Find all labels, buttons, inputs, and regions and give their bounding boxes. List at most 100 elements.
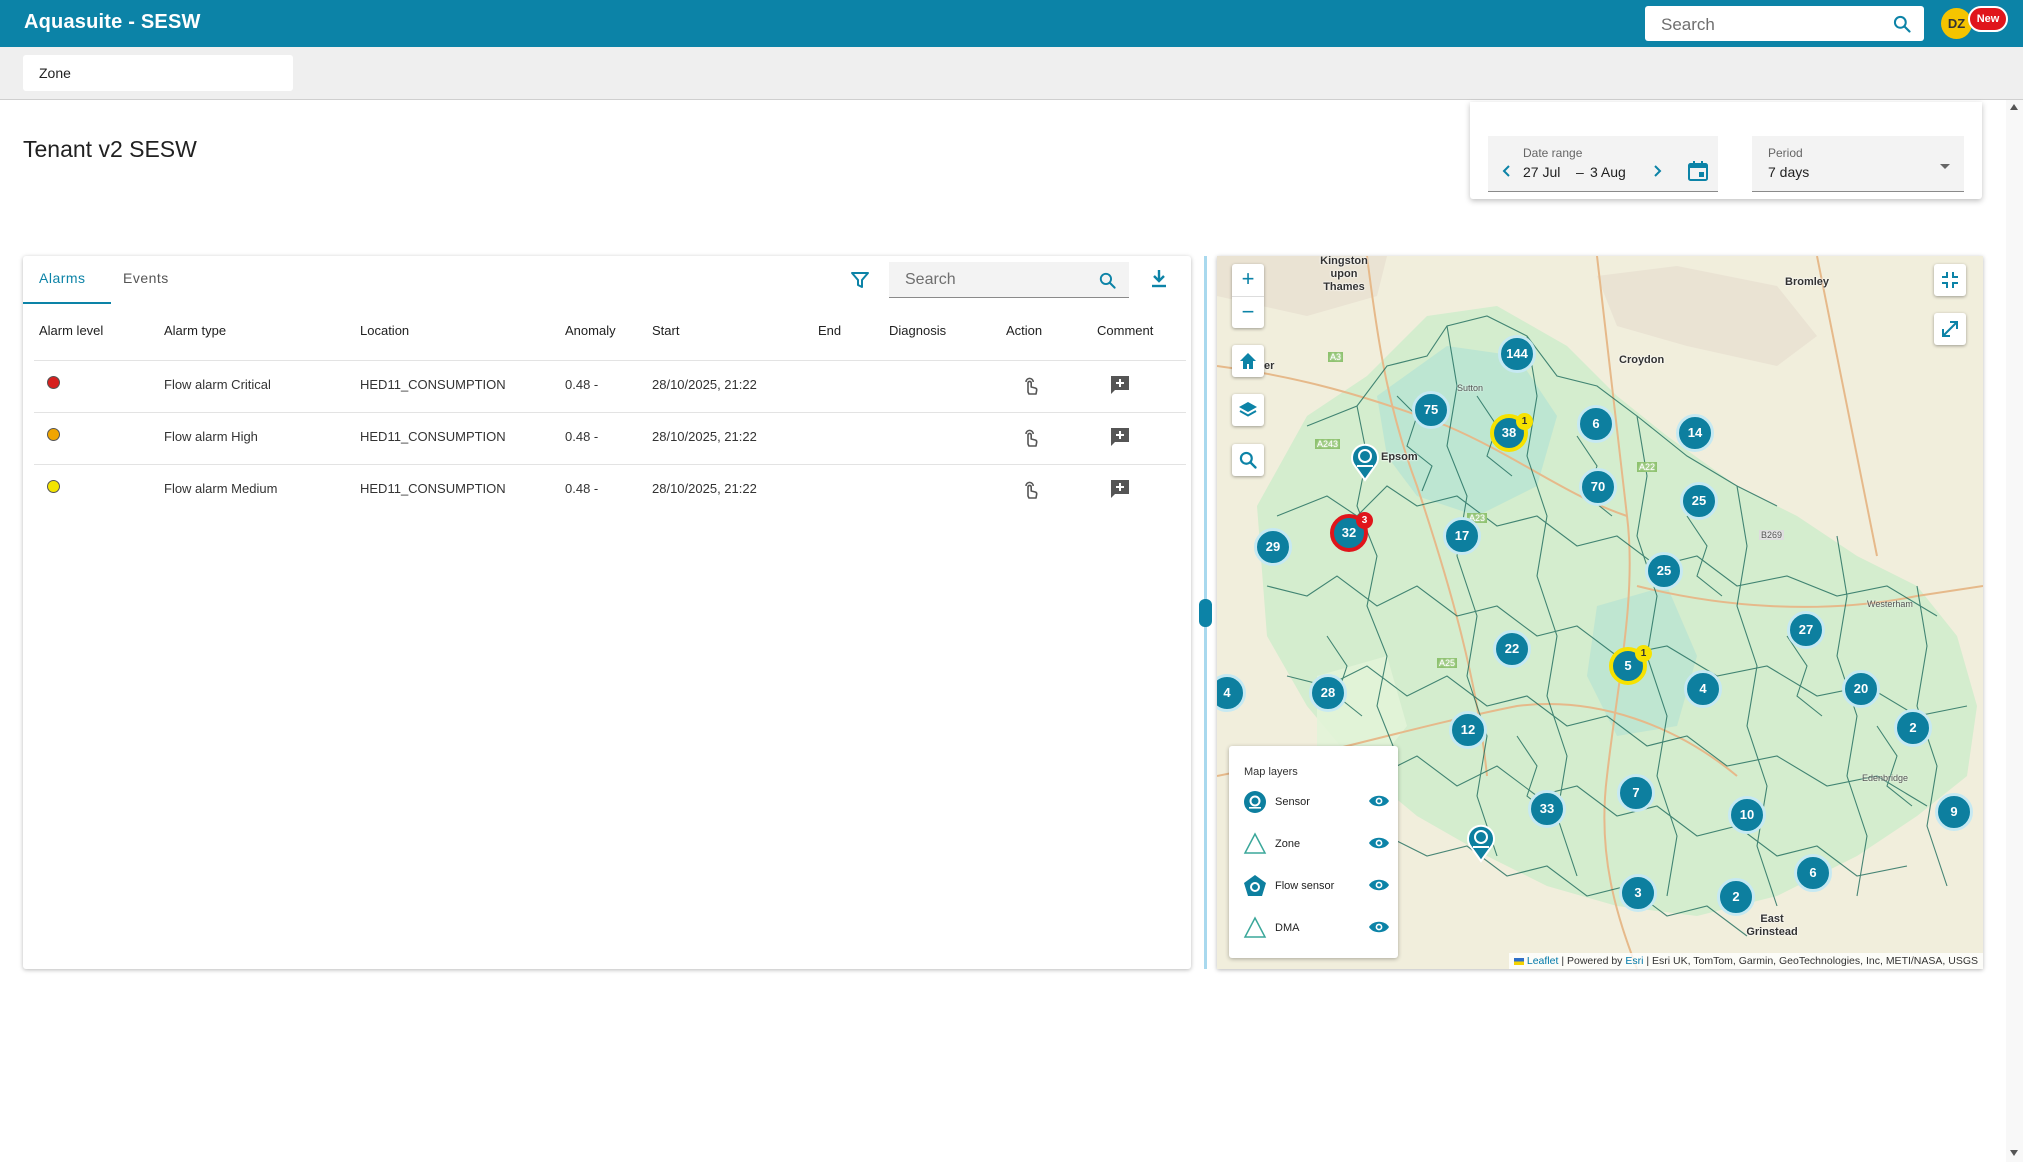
map-cluster-marker[interactable]: 70: [1579, 468, 1617, 506]
app-title[interactable]: Aquasuite - SESW: [24, 11, 201, 34]
road-label: A25: [1437, 658, 1458, 668]
esri-link[interactable]: Esri: [1625, 955, 1643, 967]
alarm-table-card: Alarms Events Search Alarm level Alarm t…: [23, 256, 1191, 969]
user-avatar[interactable]: DZ: [1941, 8, 1972, 39]
map-cluster-marker[interactable]: 10: [1728, 796, 1766, 834]
period-label: Period: [1768, 146, 1803, 160]
date-range-end[interactable]: 3 Aug: [1590, 164, 1626, 180]
chevron-right-icon[interactable]: [1650, 164, 1664, 178]
search-icon[interactable]: [1892, 14, 1912, 34]
tab-alarms[interactable]: Alarms: [39, 270, 86, 286]
filter-icon[interactable]: [850, 270, 870, 290]
filter-bar: Zone: [0, 47, 2023, 100]
column-header-end[interactable]: End: [818, 323, 841, 338]
eye-icon[interactable]: [1368, 878, 1390, 892]
search-icon[interactable]: [1098, 271, 1117, 290]
calendar-icon[interactable]: [1687, 160, 1709, 182]
column-header-anomaly[interactable]: Anomaly: [565, 323, 616, 338]
map-cluster-marker[interactable]: 14: [1676, 414, 1714, 452]
location-cell: HED11_CONSUMPTION: [360, 481, 506, 496]
layer-row-zone[interactable]: Zone: [1243, 830, 1391, 856]
download-icon[interactable]: [1148, 268, 1170, 290]
map-place-label: East Grinstead: [1746, 913, 1798, 938]
zoom-in-button[interactable]: +: [1232, 264, 1264, 296]
layers-button[interactable]: [1232, 394, 1264, 426]
map-place-label: Croydon: [1619, 354, 1665, 366]
page-scrollbar[interactable]: [2006, 100, 2023, 1162]
column-header-action[interactable]: Action: [1006, 323, 1042, 338]
start-cell: 28/10/2025, 21:22: [652, 481, 757, 496]
tab-events[interactable]: Events: [123, 270, 169, 286]
scroll-down-arrow-icon[interactable]: [2010, 1150, 2018, 1156]
column-header-location[interactable]: Location: [360, 323, 409, 338]
map-layers-title: Map layers: [1244, 766, 1298, 778]
date-range-field[interactable]: Date range 27 Jul – 3 Aug: [1488, 136, 1718, 192]
leaflet-link[interactable]: Leaflet: [1527, 955, 1559, 967]
date-range-start[interactable]: 27 Jul: [1523, 164, 1560, 180]
cluster-alarm-badge: 1: [1516, 413, 1533, 430]
map-cluster-marker[interactable]: 6: [1577, 405, 1615, 443]
column-header-diagnosis[interactable]: Diagnosis: [889, 323, 946, 338]
touch-action-icon[interactable]: [1019, 478, 1041, 500]
layer-row-dma[interactable]: DMA: [1243, 914, 1391, 940]
map-cluster-marker[interactable]: 3: [1619, 874, 1657, 912]
eye-icon[interactable]: [1368, 836, 1390, 850]
map-attribution: Leaflet | Powered by Esri | Esri UK, Tom…: [1508, 953, 1983, 969]
top-app-bar: Aquasuite - SESW Search DZ New: [0, 0, 2023, 47]
layer-row-sensor[interactable]: Sensor: [1243, 788, 1391, 814]
eye-icon[interactable]: [1368, 920, 1390, 934]
map-view[interactable]: Kingston upon Thames Bromley Croydon Eps…: [1217, 256, 1983, 969]
alarm-type-cell: Flow alarm High: [164, 429, 258, 444]
map-cluster-marker[interactable]: 33: [1528, 790, 1566, 828]
add-comment-icon[interactable]: [1109, 426, 1131, 448]
column-header-comment[interactable]: Comment: [1097, 323, 1153, 338]
anomaly-cell: 0.48 -: [565, 481, 599, 496]
layer-row-flow-sensor[interactable]: Flow sensor: [1243, 872, 1391, 898]
eye-icon[interactable]: [1368, 794, 1390, 808]
add-comment-icon[interactable]: [1109, 374, 1131, 396]
map-cluster-marker[interactable]: 17: [1443, 517, 1481, 555]
map-cluster-marker[interactable]: 9: [1935, 793, 1973, 831]
map-cluster-marker[interactable]: 2: [1894, 709, 1932, 747]
map-cluster-marker[interactable]: 144: [1498, 335, 1536, 373]
new-badge[interactable]: New: [1968, 6, 2008, 32]
add-comment-icon[interactable]: [1109, 478, 1131, 500]
header-divider: [34, 360, 1186, 361]
map-cluster-marker[interactable]: 4: [1684, 670, 1722, 708]
column-header-start[interactable]: Start: [652, 323, 679, 338]
touch-action-icon[interactable]: [1019, 374, 1041, 396]
home-button[interactable]: [1232, 345, 1264, 377]
touch-action-icon[interactable]: [1019, 426, 1041, 448]
alarm-type-cell: Flow alarm Critical: [164, 377, 271, 392]
chevron-left-icon[interactable]: [1500, 164, 1514, 178]
column-header-alarm-type[interactable]: Alarm type: [164, 323, 226, 338]
map-place-label: Bromley: [1785, 276, 1830, 288]
map-search-button[interactable]: [1232, 444, 1264, 476]
map-cluster-marker[interactable]: 2: [1717, 878, 1755, 916]
table-search-input[interactable]: Search: [889, 262, 1129, 298]
map-cluster-marker[interactable]: 22: [1493, 630, 1531, 668]
map-cluster-marker[interactable]: 25: [1680, 482, 1718, 520]
map-cluster-marker[interactable]: 75: [1412, 391, 1450, 429]
zoom-out-button[interactable]: −: [1232, 296, 1264, 328]
map-cluster-marker[interactable]: 29: [1254, 528, 1292, 566]
sensor-marker-icon[interactable]: [1465, 821, 1497, 863]
collapse-map-button[interactable]: [1934, 264, 1966, 296]
map-cluster-marker[interactable]: 12: [1449, 711, 1487, 749]
splitter-drag-handle[interactable]: [1199, 599, 1212, 627]
expand-map-button[interactable]: [1934, 313, 1966, 345]
map-cluster-marker[interactable]: 20: [1842, 670, 1880, 708]
map-cluster-marker[interactable]: 7: [1617, 774, 1655, 812]
map-cluster-marker[interactable]: 25: [1645, 552, 1683, 590]
period-select[interactable]: Period 7 days: [1752, 136, 1964, 192]
sensor-marker-icon[interactable]: [1349, 440, 1381, 482]
scroll-up-arrow-icon[interactable]: [2010, 104, 2018, 110]
zone-selector[interactable]: Zone: [23, 55, 293, 91]
global-search-input[interactable]: Search: [1645, 6, 1924, 41]
row-divider: [34, 464, 1186, 465]
map-cluster-marker[interactable]: 27: [1787, 611, 1825, 649]
layer-label: Zone: [1275, 838, 1301, 850]
column-header-alarm-level[interactable]: Alarm level: [39, 323, 103, 338]
map-cluster-marker[interactable]: 6: [1794, 854, 1832, 892]
map-cluster-marker[interactable]: 28: [1309, 674, 1347, 712]
